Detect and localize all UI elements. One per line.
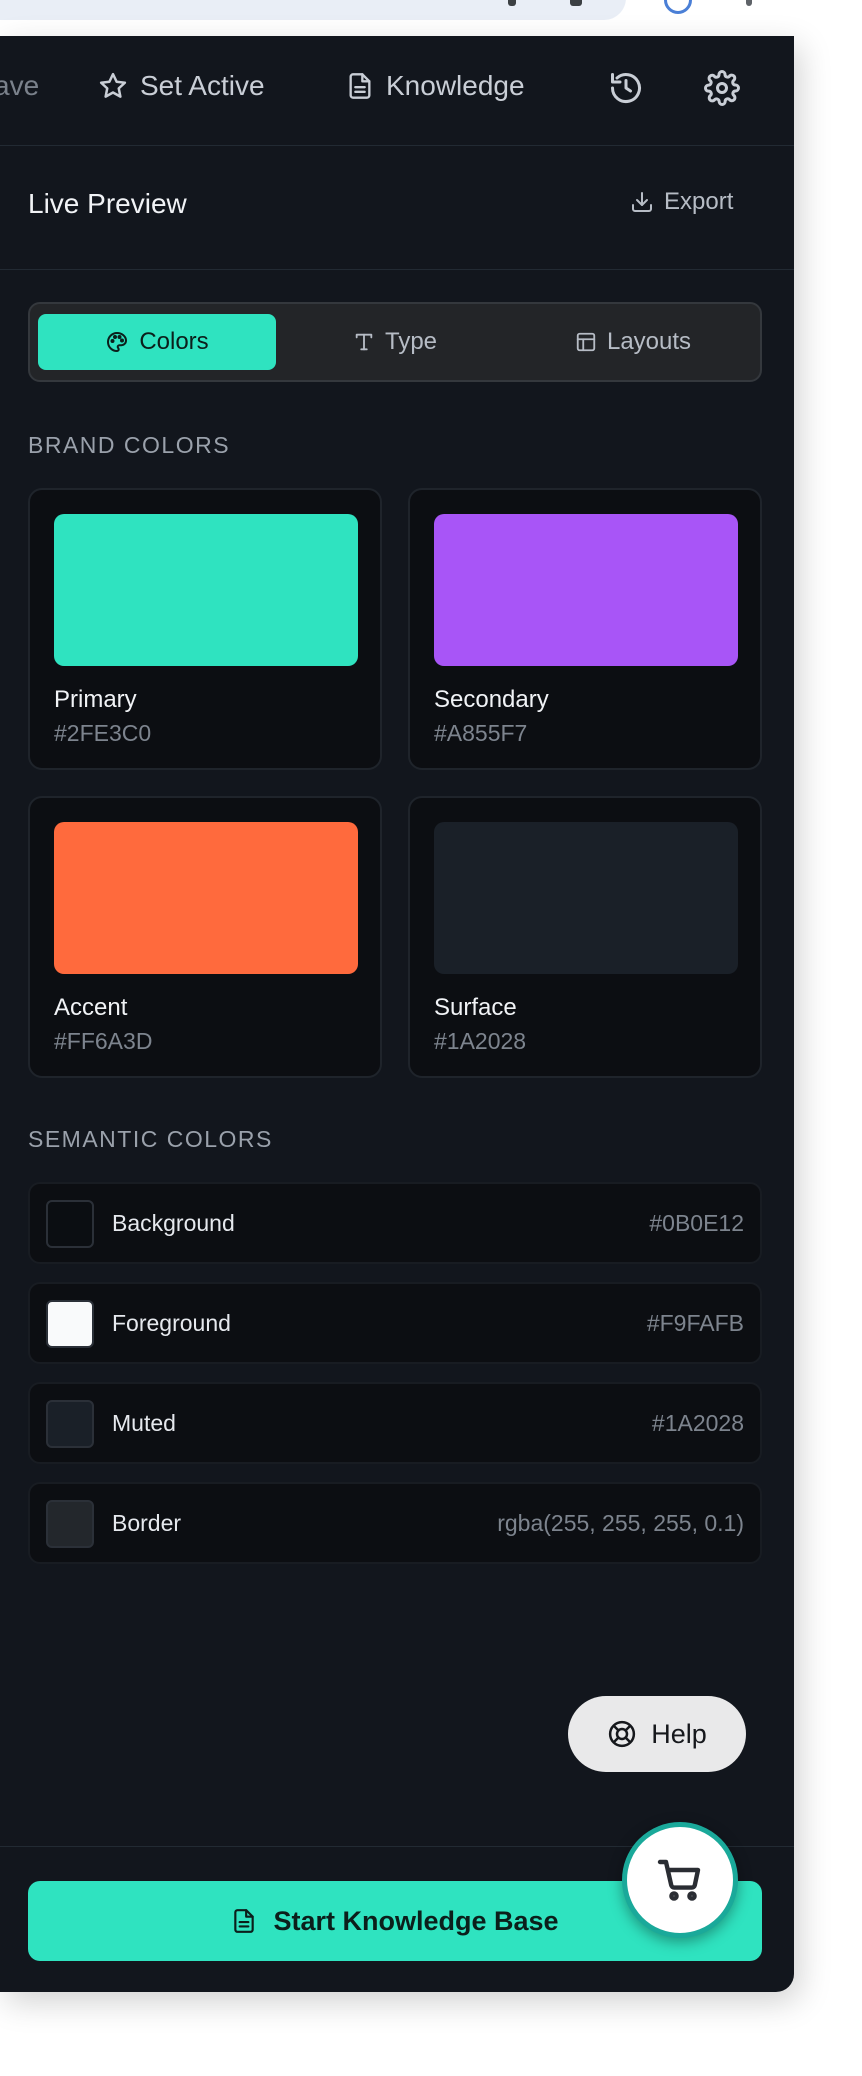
color-swatch xyxy=(46,1300,94,1348)
history-button[interactable] xyxy=(606,68,646,108)
history-icon xyxy=(611,73,641,104)
brand-color-card[interactable]: Accent #FF6A3D xyxy=(28,796,382,1078)
profile-avatar[interactable] xyxy=(664,0,692,14)
color-value: #0B0E12 xyxy=(649,1210,744,1236)
export-button[interactable]: Export xyxy=(630,188,733,216)
cart-button[interactable] xyxy=(622,1822,738,1938)
color-hex: #A855F7 xyxy=(434,720,528,746)
export-label: Export xyxy=(664,188,734,215)
tab-colors[interactable]: Colors xyxy=(38,314,276,370)
color-hex: #2FE3C0 xyxy=(54,720,152,746)
tab-layouts[interactable]: Layouts xyxy=(514,314,752,370)
color-swatch xyxy=(46,1500,94,1548)
color-value: rgba(255, 255, 255, 0.1) xyxy=(497,1510,744,1536)
color-swatch xyxy=(54,822,358,974)
app-window: ave Set Active Knowledge Live Preview Ex… xyxy=(0,0,862,2076)
semantic-color-row[interactable]: Muted #1A2028 xyxy=(28,1382,762,1464)
semantic-color-row[interactable]: Background #0B0E12 xyxy=(28,1182,762,1264)
tab-colors-label: Colors xyxy=(139,328,209,355)
brand-color-card[interactable]: Primary #2FE3C0 xyxy=(28,488,382,770)
type-icon xyxy=(355,333,373,351)
set-active-button[interactable]: Set Active xyxy=(98,66,265,106)
cart-icon xyxy=(657,1859,701,1901)
extensions-icon[interactable] xyxy=(570,0,582,6)
top-toolbar: ave Set Active Knowledge xyxy=(0,36,794,146)
brand-color-card[interactable]: Secondary #A855F7 xyxy=(408,488,762,770)
palette-icon xyxy=(107,332,128,352)
semantic-color-row[interactable]: Border rgba(255, 255, 255, 0.1) xyxy=(28,1482,762,1564)
preview-tabs: Colors Type Layouts xyxy=(28,302,762,382)
brand-colors-heading: BRAND COLORS xyxy=(28,432,231,458)
knowledge-label: Knowledge xyxy=(386,70,525,101)
address-bar[interactable] xyxy=(0,0,626,20)
color-name: Muted xyxy=(112,1410,176,1436)
save-button[interactable]: ave xyxy=(0,66,39,106)
brand-color-card[interactable]: Surface #1A2028 xyxy=(408,796,762,1078)
semantic-colors-heading: SEMANTIC COLORS xyxy=(28,1126,273,1152)
color-value: #F9FAFB xyxy=(646,1310,744,1336)
tab-layouts-label: Layouts xyxy=(606,328,692,355)
gear-icon xyxy=(704,70,740,106)
layout-icon xyxy=(576,332,596,352)
set-active-label: Set Active xyxy=(140,70,265,101)
color-swatch xyxy=(54,514,358,666)
preview-panel: ave Set Active Knowledge Live Preview Ex… xyxy=(0,36,794,1992)
browser-toolbar xyxy=(0,0,794,36)
settings-button[interactable] xyxy=(702,68,742,108)
start-knowledge-base-label: Start Knowledge Base xyxy=(273,1905,559,1936)
color-hex: #1A2028 xyxy=(434,1028,527,1054)
document-icon xyxy=(349,73,371,99)
color-name: Primary xyxy=(54,686,137,713)
page-title: Live Preview xyxy=(28,188,187,219)
color-name: Secondary xyxy=(434,686,549,713)
color-value: #1A2028 xyxy=(651,1410,744,1436)
color-name: Accent xyxy=(54,994,128,1021)
bookmark-icon[interactable] xyxy=(508,0,516,6)
color-swatch xyxy=(46,1200,94,1248)
document-icon xyxy=(234,1909,255,1933)
knowledge-button[interactable]: Knowledge xyxy=(346,66,525,106)
color-hex: #FF6A3D xyxy=(54,1028,153,1054)
help-button[interactable]: Help xyxy=(568,1696,746,1772)
semantic-color-row[interactable]: Foreground #F9FAFB xyxy=(28,1282,762,1364)
color-name: Background xyxy=(112,1210,235,1236)
help-label: Help xyxy=(651,1718,707,1749)
color-name: Surface xyxy=(434,994,517,1021)
lifebuoy-icon xyxy=(609,1720,636,1748)
tab-type[interactable]: Type xyxy=(276,314,514,370)
more-icon[interactable] xyxy=(746,0,752,6)
preview-header: Live Preview Export xyxy=(0,146,794,270)
save-button-label: ave xyxy=(0,70,40,101)
color-name: Border xyxy=(112,1510,182,1536)
color-swatch xyxy=(46,1400,94,1448)
color-swatch xyxy=(434,822,738,974)
color-name: Foreground xyxy=(112,1310,231,1336)
star-icon xyxy=(99,72,127,98)
color-swatch xyxy=(434,514,738,666)
tab-type-label: Type xyxy=(384,328,438,355)
download-icon xyxy=(632,192,652,212)
